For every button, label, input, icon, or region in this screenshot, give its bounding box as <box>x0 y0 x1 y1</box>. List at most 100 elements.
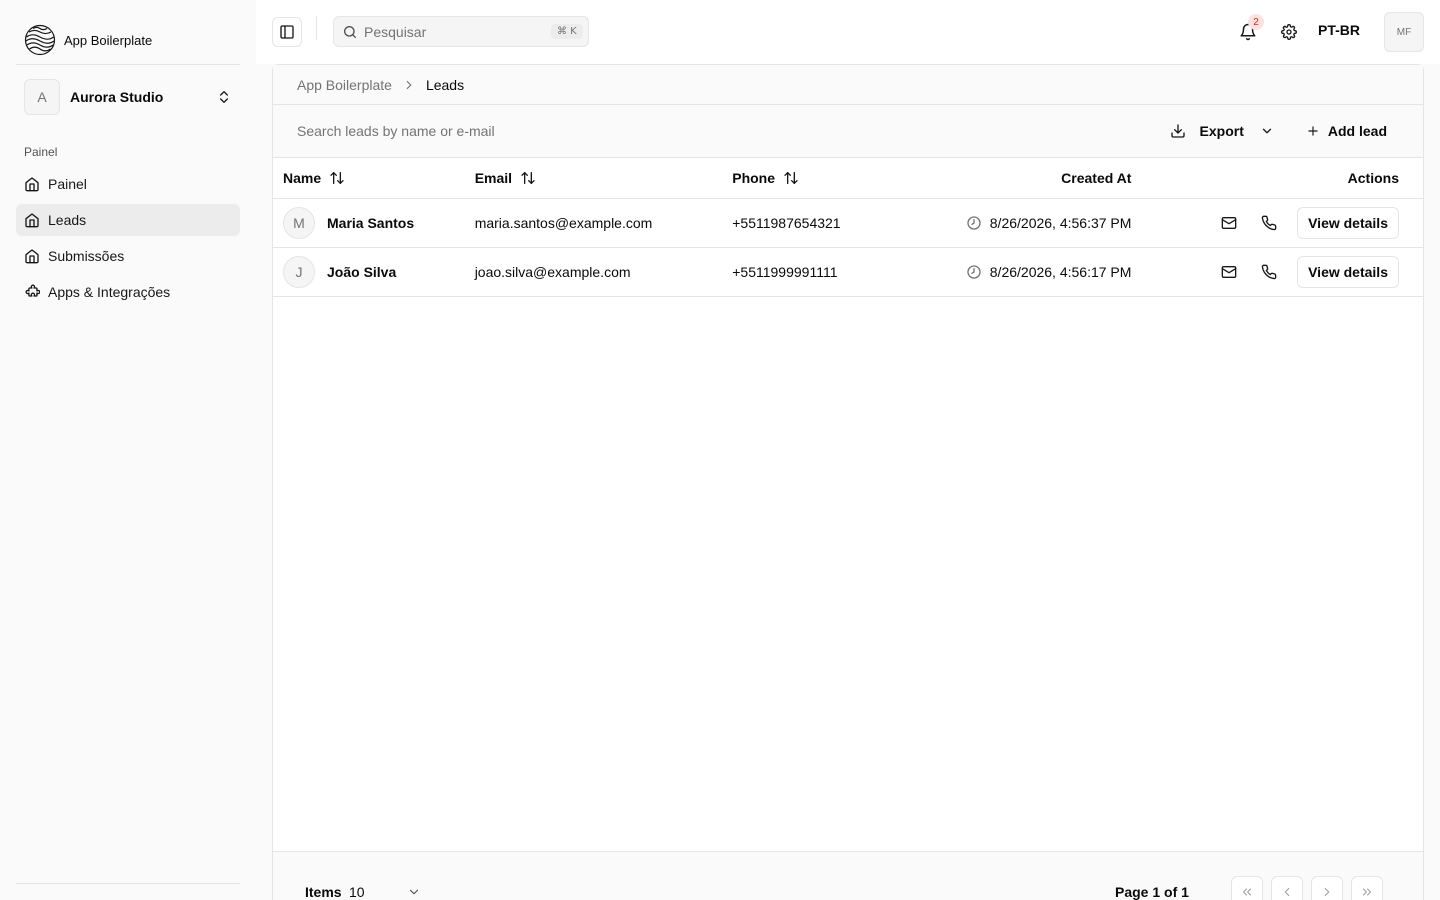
table-header-row: Name Email Phone Created At Actions <box>273 158 1423 198</box>
sidebar-footer-divider <box>16 883 240 884</box>
table-row: M Maria Santos maria.santos@example.com … <box>273 198 1423 247</box>
table-row: J João Silva joao.silva@example.com +551… <box>273 247 1423 296</box>
lead-created-at: 8/26/2026, 4:56:37 PM <box>989 214 1132 231</box>
column-label: Phone <box>732 169 776 186</box>
leads-table: Name Email Phone Created At Actions M Ma… <box>273 158 1423 297</box>
first-page-button[interactable] <box>1231 876 1263 900</box>
chevron-down-icon <box>407 885 421 899</box>
clock-icon <box>966 264 982 280</box>
settings-button[interactable] <box>1278 21 1300 43</box>
lead-email: joao.silva@example.com <box>474 263 631 280</box>
workspace-switcher[interactable]: A Aurora Studio <box>16 76 240 118</box>
sidebar-item-label: Submissões <box>48 248 125 264</box>
page-indicator: Page 1 of 1 <box>1115 884 1189 900</box>
workspace-avatar: A <box>24 79 60 115</box>
call-lead-button[interactable] <box>1253 207 1285 239</box>
chevrons-right-icon <box>1360 885 1374 899</box>
sidebar-group-label: Painel <box>24 145 58 159</box>
breadcrumb-current: Leads <box>425 76 465 93</box>
breadcrumb: App Boilerplate Leads <box>273 65 1423 105</box>
global-search[interactable]: ⌘ K <box>333 16 589 47</box>
lead-avatar: M <box>283 206 315 239</box>
chevron-down-icon <box>1260 124 1274 138</box>
search-shortcut-hint: ⌘ K <box>551 24 583 39</box>
search-icon <box>342 24 358 40</box>
chevron-left-icon <box>1280 885 1294 899</box>
home-icon <box>24 212 40 228</box>
column-label: Email <box>474 169 513 186</box>
user-avatar[interactable]: MF <box>1384 12 1424 52</box>
chevron-right-icon <box>402 78 416 92</box>
sort-arrows-icon <box>520 170 536 186</box>
notification-count-badge: 2 <box>1248 14 1264 30</box>
items-per-page-label: Items <box>305 884 342 900</box>
plus-icon <box>1306 124 1320 138</box>
chevron-right-icon <box>1320 885 1334 899</box>
lead-name: João Silva <box>327 263 397 280</box>
email-lead-button[interactable] <box>1213 207 1245 239</box>
leads-search-input[interactable] <box>297 123 1158 139</box>
topbar-separator <box>316 16 317 40</box>
column-header-email[interactable]: Email <box>465 158 723 198</box>
notifications-button[interactable]: 2 <box>1236 14 1264 44</box>
leads-toolbar: Export Add lead <box>273 105 1423 158</box>
lead-phone: +5511999991111 <box>732 263 838 280</box>
column-header-phone[interactable]: Phone <box>722 158 892 198</box>
language-selector[interactable]: PT-BR <box>1318 22 1360 38</box>
puzzle-icon <box>24 284 40 300</box>
pagination-footer: Items 10 Page 1 of 1 <box>273 851 1423 900</box>
column-header-name[interactable]: Name <box>273 158 465 198</box>
sidebar-nav: Painel Leads Submissões Apps & Integraçõ… <box>16 168 240 312</box>
gear-icon <box>1281 24 1297 40</box>
export-button[interactable]: Export <box>1158 114 1286 148</box>
view-details-button[interactable]: View details <box>1297 206 1399 239</box>
export-label: Export <box>1199 123 1244 139</box>
leads-panel: App Boilerplate Leads Export Add lead <box>272 64 1424 900</box>
sidebar-item-label: Leads <box>48 212 87 228</box>
brand[interactable]: App Boilerplate <box>24 24 152 56</box>
sidebar-item-leads[interactable]: Leads <box>16 204 240 236</box>
column-label: Actions <box>1347 169 1399 186</box>
sidebar-item-painel[interactable]: Painel <box>16 168 240 200</box>
items-per-page-value: 10 <box>349 884 365 900</box>
items-per-page-select[interactable]: 10 <box>349 880 421 900</box>
sidebar-toggle-button[interactable] <box>272 17 302 47</box>
chevrons-up-down-icon <box>216 89 232 105</box>
global-search-input[interactable] <box>364 23 545 40</box>
mail-icon <box>1221 215 1237 231</box>
mail-icon <box>1221 264 1237 280</box>
sidebar-item-label: Painel <box>48 176 87 192</box>
phone-icon <box>1261 215 1277 231</box>
top-bar: ⌘ K 2 PT-BR MF <box>256 0 1440 64</box>
lead-avatar: J <box>283 255 315 288</box>
last-page-button[interactable] <box>1351 876 1383 900</box>
column-header-created-at: Created At <box>892 158 1142 198</box>
sort-arrows-icon <box>329 170 345 186</box>
call-lead-button[interactable] <box>1253 256 1285 288</box>
pagination-controls <box>1231 876 1383 900</box>
email-lead-button[interactable] <box>1213 256 1245 288</box>
clock-icon <box>966 215 982 231</box>
download-icon <box>1170 123 1186 139</box>
add-lead-button[interactable]: Add lead <box>1294 114 1399 148</box>
brand-name: App Boilerplate <box>64 32 153 48</box>
sidebar-item-apps[interactable]: Apps & Integrações <box>16 276 240 308</box>
breadcrumb-root-link[interactable]: App Boilerplate <box>297 77 392 93</box>
lead-name: Maria Santos <box>327 214 415 231</box>
home-icon <box>24 248 40 264</box>
brand-logo-icon <box>24 24 56 56</box>
sort-arrows-icon <box>783 170 799 186</box>
column-header-actions: Actions <box>1141 158 1423 198</box>
home-icon <box>24 176 40 192</box>
sidebar: App Boilerplate A Aurora Studio Painel P… <box>0 0 256 900</box>
lead-phone: +5511987654321 <box>732 214 841 231</box>
sidebar-item-label: Apps & Integrações <box>48 284 171 300</box>
view-details-button[interactable]: View details <box>1297 255 1399 288</box>
column-label: Name <box>283 169 322 186</box>
next-page-button[interactable] <box>1311 876 1343 900</box>
lead-created-at: 8/26/2026, 4:56:17 PM <box>989 263 1132 280</box>
add-lead-label: Add lead <box>1327 123 1387 139</box>
sidebar-item-submissoes[interactable]: Submissões <box>16 240 240 272</box>
previous-page-button[interactable] <box>1271 876 1303 900</box>
phone-icon <box>1261 264 1277 280</box>
